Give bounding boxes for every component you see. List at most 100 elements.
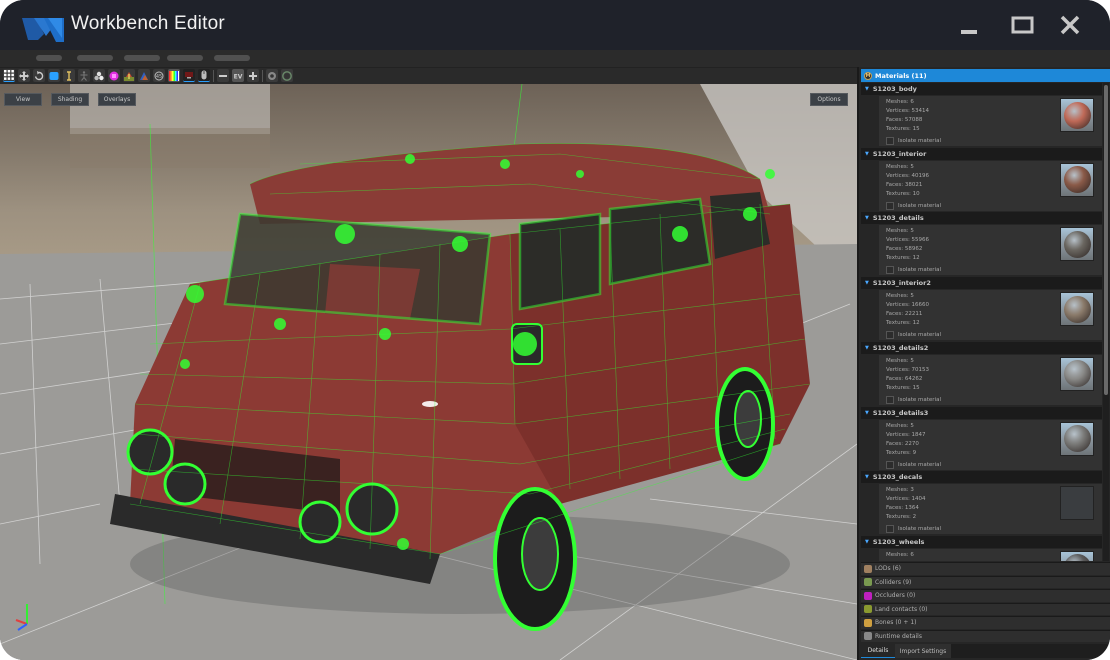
zoom-out-icon [219, 74, 227, 77]
tab-details[interactable]: Details [861, 644, 895, 658]
materials-header[interactable]: M Materials (11) [861, 69, 1110, 82]
lod-button[interactable] [138, 69, 150, 82]
section-land[interactable]: Land contacts (0) [861, 602, 1110, 615]
mouse-icon [201, 70, 207, 80]
material-title[interactable]: ▼ S1203_details2 [861, 341, 1102, 354]
material-meshes: Meshes: 5 [886, 163, 914, 170]
section-colliders[interactable]: Colliders (9) [861, 575, 1110, 588]
expand-triangle-icon[interactable]: ▼ [865, 215, 869, 221]
scale-tool-button[interactable] [63, 69, 75, 82]
overlays-menu-button[interactable]: Overlays [98, 93, 136, 106]
maximize-button[interactable] [1010, 14, 1038, 38]
material-title[interactable]: ▼ S1203_details3 [861, 406, 1102, 419]
checkbox-box[interactable] [886, 525, 894, 534]
material-textures: Textures: 12 [886, 320, 920, 327]
material-thumbnail[interactable] [1060, 292, 1094, 327]
section-runtime[interactable]: Runtime details [861, 629, 1110, 642]
material-details: Meshes: 6Isolate material [879, 548, 1102, 561]
tab-import-settings[interactable]: Import Settings [895, 644, 951, 658]
isolate-material-checkbox[interactable]: Isolate material [886, 395, 941, 404]
land-contact-button[interactable] [123, 69, 135, 82]
checkbox-box[interactable] [886, 395, 894, 404]
checkbox-box[interactable] [886, 137, 894, 145]
menu-item-2[interactable] [77, 55, 113, 61]
exposure-button[interactable]: EV [232, 69, 244, 82]
toolbar-separator [213, 70, 214, 82]
menu-item-1[interactable] [36, 55, 62, 61]
checkbox-box[interactable] [886, 331, 894, 340]
move-tool-button[interactable] [18, 69, 30, 82]
material-name: S1203_body [872, 85, 917, 93]
close-icon [1060, 15, 1080, 35]
camera-button[interactable] [266, 69, 278, 82]
rotate-tool-button[interactable] [33, 69, 45, 82]
menu-item-3[interactable] [124, 55, 160, 61]
material-thumbnail[interactable] [1060, 162, 1094, 197]
shading-menu-button[interactable]: Shading [51, 93, 89, 106]
mouse-mode-button[interactable] [198, 69, 210, 82]
material-preview-sphere [1063, 425, 1091, 452]
menu-bar [0, 50, 1110, 67]
material-faces: Faces: 22211 [886, 311, 923, 318]
toolbar-separator [262, 70, 263, 82]
select-tool-button[interactable] [48, 69, 60, 82]
view-menu-button[interactable]: View [4, 93, 42, 106]
isolate-material-checkbox[interactable]: Isolate material [886, 525, 941, 534]
options-menu-button[interactable]: Options [810, 93, 848, 106]
material-textures: Textures: 12 [886, 255, 920, 262]
grid-toggle-button[interactable] [3, 69, 15, 82]
material-thumbnail[interactable] [1060, 550, 1094, 561]
physics-button[interactable] [93, 69, 105, 82]
material-title[interactable]: ▼ S1203_details [861, 212, 1102, 225]
occluder-button[interactable] [108, 69, 120, 82]
expand-triangle-icon[interactable]: ▼ [865, 345, 869, 351]
material-meshes: Meshes: 6 [886, 551, 914, 558]
checkbox-box[interactable] [886, 201, 894, 210]
skeleton-button[interactable] [78, 69, 90, 82]
checkbox-box[interactable] [886, 266, 894, 275]
title-bar: Workbench Editor [0, 0, 1110, 50]
menu-item-4[interactable] [167, 55, 203, 61]
svg-text:45: 45 [156, 74, 162, 80]
material-thumbnail[interactable] [1060, 356, 1094, 391]
material-thumbnail[interactable] [1060, 421, 1094, 456]
section-bones[interactable]: Bones (0 + 1) [861, 616, 1110, 629]
3d-viewport[interactable]: View Shading Overlays Options [0, 84, 857, 660]
stats-button[interactable]: 45 [153, 69, 165, 82]
material-thumbnail[interactable] [1060, 486, 1094, 521]
material-title[interactable]: ▼ S1203_decals [861, 471, 1102, 484]
expand-triangle-icon[interactable]: ▼ [865, 280, 869, 286]
zoom-out-button[interactable] [217, 69, 229, 82]
isolate-material-checkbox[interactable]: Isolate material [886, 201, 941, 210]
color-wheel-button[interactable] [281, 69, 293, 82]
material-preview-sphere [1064, 490, 1091, 517]
materials-scrollbar[interactable] [1103, 83, 1109, 561]
minimize-button[interactable] [958, 14, 986, 38]
material-title[interactable]: ▼ S1203_interior [861, 147, 1102, 160]
material-title[interactable]: ▼ S1203_body [861, 83, 1102, 95]
material-thumbnail[interactable] [1060, 98, 1094, 132]
isolate-material-checkbox[interactable]: Isolate material [886, 331, 941, 340]
material-faces: Faces: 57088 [886, 117, 923, 123]
color-bars-button[interactable] [168, 69, 180, 82]
expand-triangle-icon[interactable]: ▼ [865, 539, 869, 545]
expand-triangle-icon[interactable]: ▼ [865, 151, 869, 157]
zoom-in-button[interactable] [247, 69, 259, 82]
isolate-material-checkbox[interactable]: Isolate material [886, 137, 941, 145]
section-occluders[interactable]: Occluders (0) [861, 589, 1110, 602]
expand-triangle-icon[interactable]: ▼ [865, 410, 869, 416]
material-title[interactable]: ▼ S1203_wheels [861, 535, 1102, 548]
material-thumbnail[interactable] [1060, 227, 1094, 262]
render-mode-button[interactable] [183, 69, 195, 82]
move-icon [19, 70, 29, 81]
scrollbar-thumb[interactable] [1104, 85, 1108, 395]
menu-item-5[interactable] [214, 55, 250, 61]
isolate-material-checkbox[interactable]: Isolate material [886, 266, 941, 275]
close-button[interactable] [1058, 14, 1086, 38]
expand-triangle-icon[interactable]: ▼ [865, 474, 869, 480]
isolate-material-checkbox[interactable]: Isolate material [886, 460, 941, 469]
section-lods[interactable]: LODs (6) [861, 562, 1110, 575]
expand-triangle-icon[interactable]: ▼ [865, 86, 869, 92]
material-title[interactable]: ▼ S1203_interior2 [861, 277, 1102, 290]
checkbox-box[interactable] [886, 460, 894, 469]
